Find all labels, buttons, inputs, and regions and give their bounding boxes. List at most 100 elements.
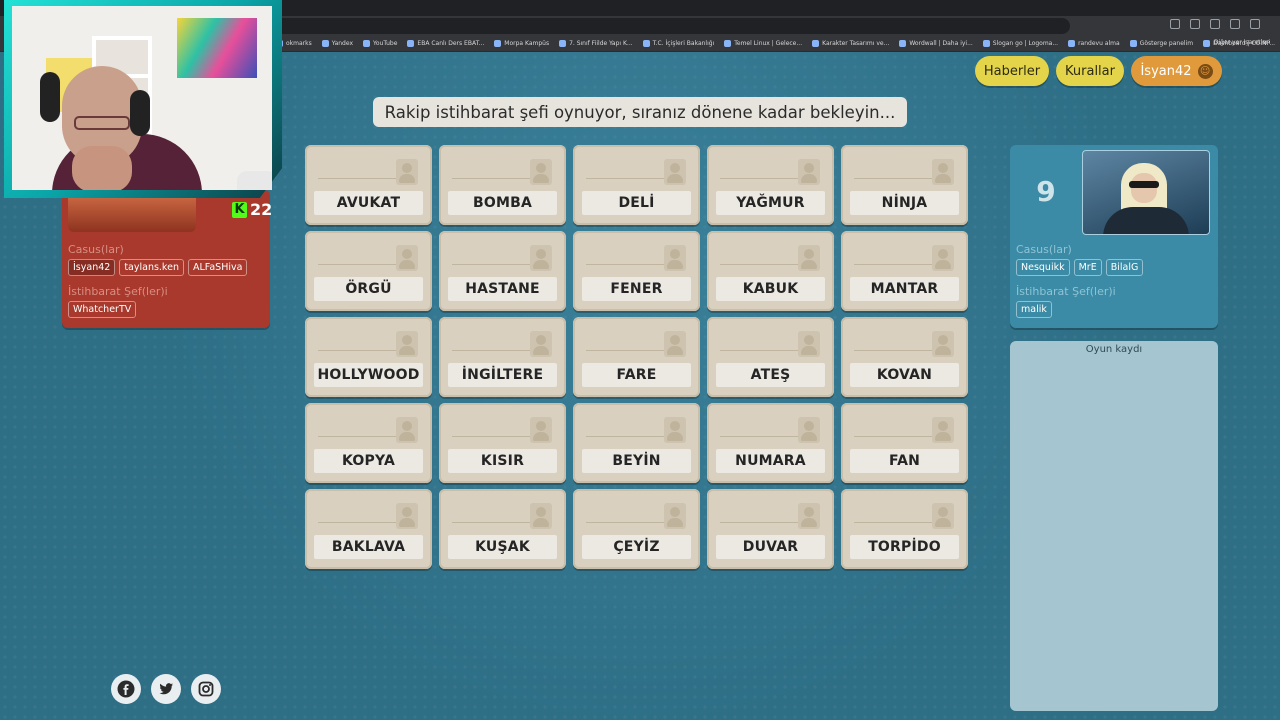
smiley-icon: ☺ xyxy=(1197,63,1213,79)
browser-toolbar xyxy=(1170,19,1260,29)
agent-icon xyxy=(396,417,418,443)
bookmark-item[interactable]: randevu alma xyxy=(1068,40,1120,47)
social-links xyxy=(111,674,221,704)
word-card[interactable]: BEYİN xyxy=(573,403,700,483)
card-grid: AVUKAT BOMBA DELİ YAĞMUR NİNJA ÖRGÜ HAST… xyxy=(305,145,969,573)
word-card[interactable]: DUVAR xyxy=(707,489,834,569)
card-line xyxy=(854,264,932,265)
card-line xyxy=(452,436,530,437)
word-card[interactable]: ÇEYİZ xyxy=(573,489,700,569)
agent-icon xyxy=(798,245,820,271)
card-word: DELİ xyxy=(582,191,691,215)
card-word: FAN xyxy=(850,449,959,473)
card-word: KABUK xyxy=(716,277,825,301)
word-card[interactable]: FAN xyxy=(841,403,968,483)
menu-icon[interactable] xyxy=(1250,19,1260,29)
player-chip: taylans.ken xyxy=(119,259,184,276)
card-line xyxy=(586,178,664,179)
bookmark-item[interactable]: T.C. İçişleri Bakanlığı xyxy=(642,40,714,47)
word-card[interactable]: HASTANE xyxy=(439,231,566,311)
red-spies-list: İsyan42 taylans.ken ALFaSHiva xyxy=(68,259,248,276)
word-card[interactable]: BOMBA xyxy=(439,145,566,225)
word-card[interactable]: ÖRGÜ xyxy=(305,231,432,311)
word-card[interactable]: KOPYA xyxy=(305,403,432,483)
card-line xyxy=(318,178,396,179)
word-card[interactable]: KOVAN xyxy=(841,317,968,397)
history-icon[interactable] xyxy=(1210,19,1220,29)
agent-icon xyxy=(798,159,820,185)
instagram-icon[interactable] xyxy=(191,674,221,704)
word-card[interactable]: İNGİLTERE xyxy=(439,317,566,397)
card-line xyxy=(720,178,798,179)
bookmark-item[interactable]: Slogan go | Logoma... xyxy=(982,40,1058,47)
star-icon[interactable] xyxy=(1170,19,1180,29)
red-spies-heading: Casus(lar) xyxy=(68,243,124,256)
bookmark-item[interactable]: Morpa Kampüs xyxy=(494,40,549,47)
word-card[interactable]: FARE xyxy=(573,317,700,397)
other-bookmarks[interactable]: Diğer yer işaretleri xyxy=(1214,39,1270,46)
download-icon[interactable] xyxy=(1230,19,1240,29)
card-word: ÇEYİZ xyxy=(582,535,691,559)
tiger-mascot xyxy=(237,171,272,190)
agent-icon xyxy=(396,331,418,357)
agent-icon xyxy=(530,331,552,357)
username: İsyan42 xyxy=(1140,63,1192,79)
player-chip: BilalG xyxy=(1105,259,1144,276)
card-word: BOMBA xyxy=(448,191,557,215)
facebook-icon[interactable] xyxy=(111,674,141,704)
twitter-icon[interactable] xyxy=(151,674,181,704)
blue-team-panel: 9 Casus(lar) Nesquikk MrE BilalG İstihba… xyxy=(1010,145,1218,328)
word-card[interactable]: MANTAR xyxy=(841,231,968,311)
word-card[interactable]: FENER xyxy=(573,231,700,311)
extensions-icon[interactable] xyxy=(1190,19,1200,29)
agent-icon xyxy=(664,417,686,443)
agent-icon xyxy=(396,503,418,529)
bookmark-item[interactable]: EBA Canlı Ders EBAT... xyxy=(407,40,484,47)
url-field[interactable] xyxy=(270,18,1070,34)
bookmark-icon xyxy=(724,40,732,47)
game-log-title: Oyun kaydı xyxy=(1085,344,1143,355)
rules-button[interactable]: Kurallar xyxy=(1056,56,1124,86)
bookmark-item[interactable]: Yandex xyxy=(321,40,353,47)
card-word: KISIR xyxy=(448,449,557,473)
word-card[interactable]: HOLLYWOOD xyxy=(305,317,432,397)
word-card[interactable]: KUŞAK xyxy=(439,489,566,569)
card-line xyxy=(452,178,530,179)
blue-spies-heading: Casus(lar) xyxy=(1016,243,1072,256)
word-card[interactable]: DELİ xyxy=(573,145,700,225)
card-word: FENER xyxy=(582,277,691,301)
bookmark-item[interactable]: Temel Linux | Gelece... xyxy=(724,40,802,47)
portrait-sunglasses xyxy=(1129,181,1159,188)
word-card[interactable]: AVUKAT xyxy=(305,145,432,225)
bookmark-item[interactable]: YouTube xyxy=(363,40,397,47)
card-word: İNGİLTERE xyxy=(448,363,557,387)
bookmark-item[interactable]: Gösterge panelim xyxy=(1129,40,1193,47)
word-card[interactable]: NUMARA xyxy=(707,403,834,483)
bookmark-item[interactable]: 7. Sınıf Fiilde Yapı K... xyxy=(559,40,633,47)
word-card[interactable]: KABUK xyxy=(707,231,834,311)
card-word: HOLLYWOOD xyxy=(314,363,423,387)
bookmark-item[interactable]: Wordwall | Daha iyi... xyxy=(899,40,973,47)
news-button[interactable]: Haberler xyxy=(975,56,1049,86)
bookmark-item[interactable]: Karakter Tasarımı ve... xyxy=(812,40,889,47)
user-menu-button[interactable]: İsyan42 ☺ xyxy=(1131,56,1222,86)
word-card[interactable]: ATEŞ xyxy=(707,317,834,397)
word-card[interactable]: KISIR xyxy=(439,403,566,483)
word-card[interactable]: BAKLAVA xyxy=(305,489,432,569)
card-line xyxy=(720,264,798,265)
viewer-count: 22 xyxy=(250,200,273,219)
word-card[interactable]: YAĞMUR xyxy=(707,145,834,225)
card-word: TORPİDO xyxy=(850,535,959,559)
card-line xyxy=(586,436,664,437)
bookmark-icon xyxy=(982,40,990,47)
word-card[interactable]: TORPİDO xyxy=(841,489,968,569)
word-card[interactable]: NİNJA xyxy=(841,145,968,225)
game-log[interactable]: Oyun kaydı xyxy=(1010,341,1218,711)
agent-icon xyxy=(932,159,954,185)
card-line xyxy=(854,436,932,437)
agent-icon xyxy=(932,417,954,443)
player-chip: İsyan42 xyxy=(68,259,116,276)
red-chiefs-list: WhatcherTV xyxy=(68,301,137,318)
card-word: BEYİN xyxy=(582,449,691,473)
card-line xyxy=(854,178,932,179)
